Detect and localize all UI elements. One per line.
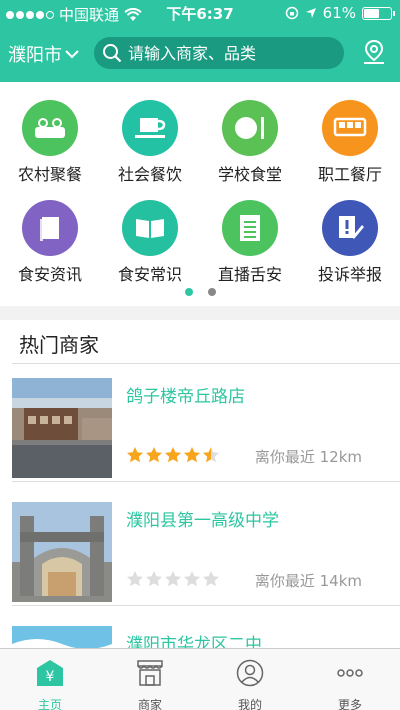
star-icon — [203, 571, 219, 587]
rating-stars — [126, 446, 220, 464]
category-food-safety-news[interactable]: 食安资讯 — [0, 200, 100, 285]
document-list-icon — [222, 200, 278, 256]
category-social-dining[interactable]: 社会餐饮 — [100, 100, 200, 185]
open-book-icon — [122, 200, 178, 256]
star-icon — [203, 447, 219, 463]
category-label: 社会餐饮 — [117, 165, 182, 184]
tab-label: 商家 — [137, 698, 162, 710]
merchant-item[interactable]: 鸽子楼帝丘路店 离你最近 12km — [12, 364, 400, 482]
chevron-down-icon — [65, 50, 79, 59]
merchant-photo — [12, 378, 112, 478]
star-icon — [146, 571, 162, 587]
star-icon — [127, 571, 143, 587]
battery-percent: 61% — [322, 4, 356, 22]
city-label: 濮阳市 — [8, 45, 62, 66]
report-pen-icon — [322, 200, 378, 256]
home-icon: ¥ — [37, 660, 63, 686]
category-label: 直播舌安 — [217, 265, 282, 284]
page-indicator — [0, 288, 400, 296]
tab-label: 主页 — [37, 698, 62, 710]
category-food-safety-knowledge[interactable]: 食安常识 — [100, 200, 200, 285]
merchant-item[interactable]: 濮阳县第一高级中学 离你最近 14km — [12, 488, 400, 606]
category-live-broadcast[interactable]: 直播舌安 — [200, 200, 300, 285]
divider — [12, 605, 400, 606]
category-label: 食安资讯 — [17, 265, 82, 284]
user-icon — [236, 659, 264, 687]
rating-stars — [126, 570, 220, 588]
category-label: 投诉举报 — [317, 265, 382, 284]
book-icon — [22, 200, 78, 256]
tab-merchants[interactable]: 商家 — [100, 649, 200, 710]
star-icon — [184, 447, 200, 463]
tab-label: 我的 — [237, 698, 262, 710]
merchant-name: 鸽子楼帝丘路店 — [126, 387, 245, 407]
search-input[interactable] — [128, 43, 338, 63]
page-dot[interactable] — [207, 288, 216, 296]
app-header: 濮阳市 — [0, 26, 400, 82]
category-staff-canteen[interactable]: 职工餐厅 — [300, 100, 400, 185]
star-icon — [127, 447, 143, 463]
merchant-distance: 离你最近 12km — [254, 448, 362, 466]
star-icon — [165, 447, 181, 463]
merchant-name: 濮阳县第一高级中学 — [126, 511, 279, 531]
bus-icon — [322, 100, 378, 156]
search-icon — [103, 44, 122, 63]
merchant-item[interactable]: 濮阳市华龙区二中 — [12, 612, 400, 648]
plate-cutlery-icon — [222, 100, 278, 156]
merchant-distance: 离你最近 14km — [254, 572, 362, 590]
star-icon — [184, 571, 200, 587]
star-icon — [146, 447, 162, 463]
bottom-tab-bar: ¥ 主页 商家 我的 更多 — [0, 648, 400, 710]
category-label: 农村聚餐 — [17, 165, 82, 184]
more-icon — [337, 669, 363, 677]
page-dot-active[interactable] — [184, 288, 193, 296]
coffee-cup-icon — [122, 100, 178, 156]
category-label: 职工餐厅 — [317, 165, 382, 184]
battery-icon — [362, 6, 395, 20]
divider — [12, 481, 400, 482]
rotation-lock-icon — [285, 6, 298, 20]
shop-icon — [137, 660, 163, 686]
merchant-photo — [12, 502, 112, 602]
svg-text:¥: ¥ — [46, 669, 55, 685]
hot-merchants-section: 热门商家 鸽子楼帝丘路店 离你最近 12km 濮阳县第一高级中学 离你最近 14… — [0, 320, 400, 648]
merchant-photo — [12, 626, 112, 648]
category-label: 学校食堂 — [217, 165, 282, 184]
location-arrow-icon — [305, 8, 316, 18]
group-people-icon — [22, 100, 78, 156]
tab-more[interactable]: 更多 — [300, 649, 400, 710]
tab-label: 更多 — [337, 698, 362, 710]
category-complaint-report[interactable]: 投诉举报 — [300, 200, 400, 285]
category-grid: 农村聚餐 社会餐饮 学校食堂 职工餐厅 食安资讯 食安常识 直播舌安 投诉举报 — [0, 82, 400, 306]
search-bar[interactable] — [94, 37, 344, 69]
city-selector[interactable]: 濮阳市 — [8, 41, 79, 67]
star-icon — [165, 571, 181, 587]
section-title: 热门商家 — [19, 333, 99, 357]
category-rural-dining[interactable]: 农村聚餐 — [0, 100, 100, 185]
location-pin-icon[interactable] — [362, 39, 386, 65]
category-label: 食安常识 — [117, 265, 182, 284]
status-bar: 中国联通 下午6:37 61% — [0, 0, 400, 26]
category-school-canteen[interactable]: 学校食堂 — [200, 100, 300, 185]
merchant-name: 濮阳市华龙区二中 — [126, 635, 262, 648]
tab-home[interactable]: ¥ 主页 — [0, 649, 100, 710]
tab-profile[interactable]: 我的 — [200, 649, 300, 710]
